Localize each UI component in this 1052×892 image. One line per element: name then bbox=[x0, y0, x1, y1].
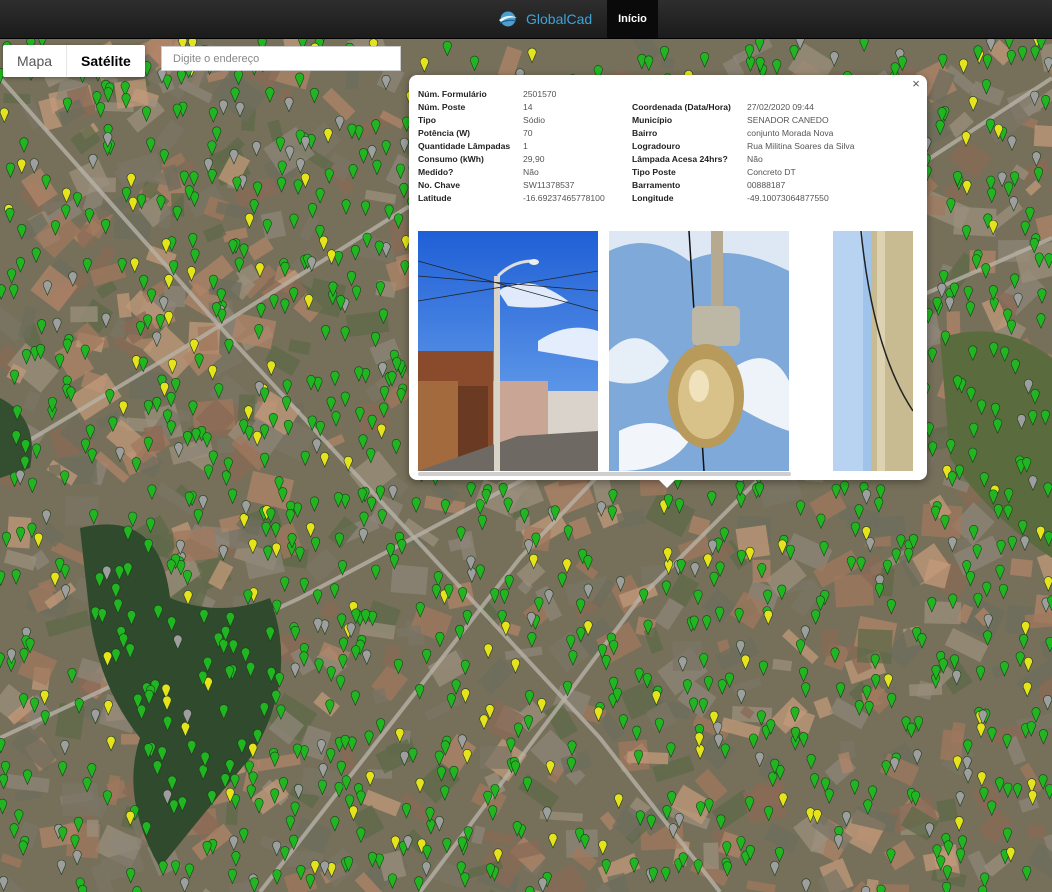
info-value: Rua Militina Soares da Silva bbox=[747, 141, 855, 151]
top-navbar: GlobalCad Início bbox=[0, 0, 1052, 39]
map-marker[interactable] bbox=[861, 886, 871, 892]
map-marker[interactable] bbox=[78, 884, 88, 892]
info-label: Longitude bbox=[632, 193, 674, 203]
photo-lamp-fixture[interactable] bbox=[609, 231, 789, 471]
info-value: Não bbox=[523, 167, 539, 177]
map-type-control: Mapa Satélite bbox=[3, 45, 145, 77]
close-icon[interactable]: × bbox=[909, 77, 923, 91]
map-type-mapa-button[interactable]: Mapa bbox=[3, 45, 66, 77]
info-label: Coordenada (Data/Hora) bbox=[632, 102, 731, 112]
info-value: Sódio bbox=[523, 115, 545, 125]
info-value: 14 bbox=[523, 102, 533, 112]
info-value: 27/02/2020 09:44 bbox=[747, 102, 814, 112]
photo-pole-closeup[interactable] bbox=[833, 231, 913, 471]
info-label: Barramento bbox=[632, 180, 681, 190]
info-label: Consumo (kWh) bbox=[418, 154, 484, 164]
info-label: Núm. Formulário bbox=[418, 89, 487, 99]
info-label: Quantidade Lâmpadas bbox=[418, 141, 511, 151]
info-value: SW11378537 bbox=[523, 180, 575, 190]
photo-pole-street[interactable] bbox=[418, 231, 598, 471]
info-label: No. Chave bbox=[418, 180, 461, 190]
brand-name: GlobalCad bbox=[526, 11, 593, 27]
info-window-tail bbox=[659, 480, 675, 488]
info-value: 70 bbox=[523, 128, 533, 138]
info-label: Núm. Poste bbox=[418, 102, 466, 112]
info-label: Latitude bbox=[418, 193, 452, 203]
photo-scrollbar[interactable] bbox=[418, 472, 791, 476]
info-label: Município bbox=[632, 115, 673, 125]
map-marker[interactable] bbox=[978, 885, 988, 892]
info-label: Tipo Poste bbox=[632, 167, 676, 177]
info-value: 29,90 bbox=[523, 154, 545, 164]
info-value: -49.10073064877550 bbox=[747, 193, 829, 203]
nav-inicio[interactable]: Início bbox=[607, 0, 658, 38]
info-label: Logradouro bbox=[632, 141, 681, 151]
address-search-input[interactable] bbox=[161, 46, 401, 71]
info-label: Potência (W) bbox=[418, 128, 471, 138]
brand[interactable]: GlobalCad bbox=[498, 8, 592, 30]
info-label: Medido? bbox=[418, 167, 454, 177]
globe-swoosh-icon bbox=[499, 11, 517, 27]
map-marker[interactable] bbox=[525, 886, 535, 892]
info-value: 2501570 bbox=[523, 89, 557, 99]
photo-strip[interactable] bbox=[418, 231, 913, 471]
info-value: Concreto DT bbox=[747, 167, 796, 177]
info-value: conjunto Morada Nova bbox=[747, 128, 834, 138]
info-window: × Núm. Formulário 2501570 Núm. Poste 14 Tipo… bbox=[409, 75, 927, 488]
info-value: 1 bbox=[523, 141, 528, 151]
info-value: SENADOR CANEDO bbox=[747, 115, 829, 125]
info-label: Lâmpada Acesa 24hrs? bbox=[632, 154, 728, 164]
info-value: Não bbox=[747, 154, 763, 164]
info-value: 00888187 bbox=[747, 180, 786, 190]
info-label: Bairro bbox=[632, 128, 658, 138]
map-marker[interactable] bbox=[876, 884, 886, 892]
map-type-satelite-button[interactable]: Satélite bbox=[66, 45, 145, 77]
info-value: -16.69237465778100 bbox=[523, 193, 605, 203]
info-label: Tipo bbox=[418, 115, 436, 125]
map-marker[interactable] bbox=[942, 881, 952, 892]
map-marker[interactable] bbox=[132, 886, 142, 892]
